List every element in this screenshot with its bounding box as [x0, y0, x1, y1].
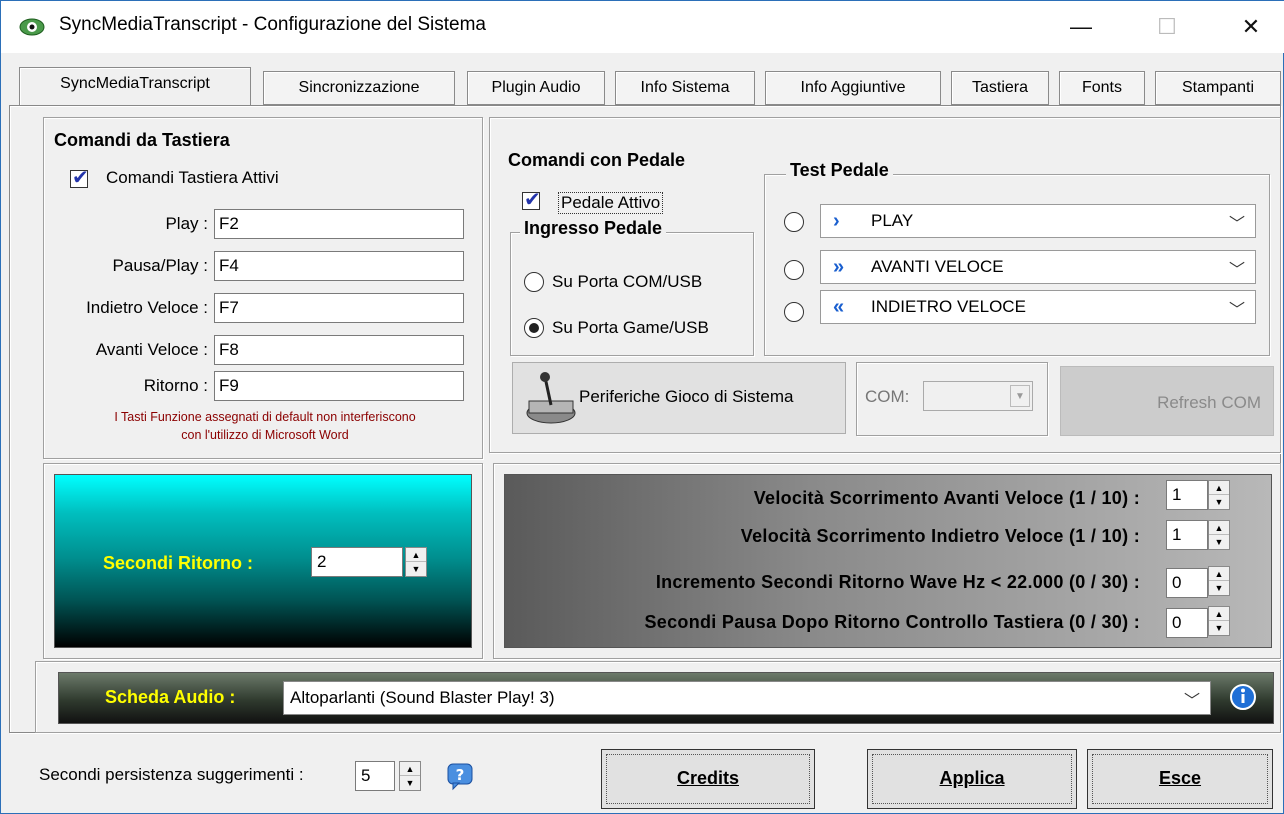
audio-gradient: Scheda Audio : Altoparlanti (Sound Blast…: [58, 672, 1274, 724]
test-rewind-radio[interactable]: [784, 302, 804, 322]
tab-tastiera[interactable]: Tastiera: [951, 71, 1049, 105]
wave-increment-label: Incremento Secondi Ritorno Wave Hz < 22.…: [655, 572, 1140, 592]
tab-plugin-audio[interactable]: Plugin Audio: [467, 71, 605, 105]
forward-speed-input[interactable]: 1: [1166, 480, 1208, 510]
window-title: SyncMediaTranscript - Configurazione del…: [59, 14, 486, 35]
title-bar: SyncMediaTranscript - Configurazione del…: [1, 1, 1284, 53]
apply-button[interactable]: Applica: [867, 749, 1077, 809]
keyboard-panel: Comandi da Tastiera Comandi Tastiera Att…: [43, 117, 483, 459]
persist-label: Secondi persistenza suggerimenti :: [39, 765, 304, 784]
com-usb-label: Su Porta COM/USB: [552, 272, 703, 291]
com-select[interactable]: ▼: [923, 381, 1033, 411]
keyboard-title: Comandi da Tastiera: [54, 130, 230, 150]
keyboard-note-line2: con l'utilizzo di Microsoft Word: [181, 428, 349, 442]
credits-button[interactable]: Credits: [601, 749, 815, 809]
forward-key-field[interactable]: F8: [214, 335, 464, 365]
persist-spinner[interactable]: ▲ ▼: [399, 761, 421, 791]
com-group: COM: ▼: [856, 362, 1048, 436]
forward-label: Avanti Veloce :: [95, 340, 208, 359]
tab-syncmediatranscript[interactable]: SyncMediaTranscript: [19, 67, 251, 105]
pedal-panel: Comandi con Pedale Pedale Attivo Ingress…: [489, 117, 1281, 453]
tab-fonts[interactable]: Fonts: [1059, 71, 1145, 105]
pedal-enabled-label: Pedale Attivo: [558, 192, 664, 214]
forward-speed-spinner[interactable]: ▲ ▼: [1208, 480, 1230, 510]
keyboard-enabled-checkbox[interactable]: [70, 165, 89, 190]
persist-input[interactable]: 5: [355, 761, 395, 791]
return-seconds-label: Secondi Ritorno :: [103, 553, 253, 573]
test-forward-value: AVANTI VELOCE: [871, 257, 1004, 276]
double-chevron-left-icon: «: [833, 296, 845, 318]
pause-after-return-input[interactable]: 0: [1166, 608, 1208, 638]
chevron-down-icon: ﹀: [1228, 302, 1245, 319]
com-label: COM:: [865, 387, 910, 406]
exit-button[interactable]: Esce: [1087, 749, 1273, 809]
pause-label: Pausa/Play :: [112, 256, 208, 275]
wave-increment-input[interactable]: 0: [1166, 568, 1208, 598]
chevron-down-icon: ﹀: [1228, 216, 1245, 233]
audio-device-select[interactable]: Altoparlanti (Sound Blaster Play! 3) ﹀: [283, 681, 1211, 715]
test-play-value: PLAY: [871, 211, 914, 230]
refresh-com-button[interactable]: Refresh COM: [1060, 366, 1274, 436]
play-label: Play :: [165, 214, 208, 233]
test-forward-radio[interactable]: [784, 260, 804, 280]
info-icon[interactable]: [1227, 681, 1259, 713]
tab-info-sistema[interactable]: Info Sistema: [615, 71, 755, 105]
tab-stampanti[interactable]: Stampanti: [1155, 71, 1281, 105]
double-chevron-right-icon: »: [833, 256, 845, 278]
rewind-speed-label: Velocità Scorrimento Indietro Veloce (1 …: [740, 526, 1140, 546]
com-usb-radio[interactable]: [524, 272, 544, 292]
forward-speed-label: Velocità Scorrimento Avanti Veloce (1 / …: [753, 488, 1140, 508]
audio-device-value: Altoparlanti (Sound Blaster Play! 3): [290, 688, 555, 707]
pause-after-return-spinner[interactable]: ▲ ▼: [1208, 606, 1230, 636]
audio-label: Scheda Audio :: [105, 687, 236, 707]
chevron-down-icon: ﹀: [1183, 693, 1200, 710]
test-rewind-select[interactable]: « INDIETRO VELOCE ﹀: [820, 290, 1256, 324]
rewind-key-field[interactable]: F7: [214, 293, 464, 323]
return-seconds-panel: Secondi Ritorno : 2 ▲ ▼: [43, 463, 483, 659]
rewind-label: Indietro Veloce :: [86, 298, 208, 317]
maximize-button[interactable]: ☐: [1135, 1, 1199, 53]
tab-sincronizzazione[interactable]: Sincronizzazione: [263, 71, 455, 105]
test-forward-select[interactable]: » AVANTI VELOCE ﹀: [820, 250, 1256, 284]
keyboard-enabled-label: Comandi Tastiera Attivi: [106, 168, 279, 187]
game-usb-radio[interactable]: [524, 318, 544, 338]
wave-increment-spinner[interactable]: ▲ ▼: [1208, 566, 1230, 596]
game-usb-label: Su Porta Game/USB: [552, 318, 709, 337]
chevron-down-icon: ﹀: [1228, 262, 1245, 279]
joystick-icon: [526, 372, 576, 424]
svg-text:?: ?: [456, 766, 465, 784]
return-seconds-input[interactable]: 2: [311, 547, 403, 577]
test-rewind-value: INDIETRO VELOCE: [871, 297, 1026, 316]
rewind-speed-input[interactable]: 1: [1166, 520, 1208, 550]
minimize-button[interactable]: —: [1049, 1, 1113, 53]
speed-panel: Velocità Scorrimento Avanti Veloce (1 / …: [493, 463, 1281, 659]
app-eye-icon: [19, 18, 45, 36]
tab-info-aggiuntive[interactable]: Info Aggiuntive: [765, 71, 941, 105]
return-label: Ritorno :: [143, 376, 208, 395]
test-play-select[interactable]: › PLAY ﹀: [820, 204, 1256, 238]
chevron-down-icon: ▼: [1010, 385, 1030, 407]
close-button[interactable]: ✕: [1219, 1, 1283, 53]
pedal-enabled-checkbox[interactable]: [522, 187, 541, 212]
game-devices-button[interactable]: Periferiche Gioco di Sistema: [512, 362, 846, 434]
pedal-input-group-title: Ingresso Pedale: [520, 218, 667, 239]
chevron-right-icon: ›: [833, 210, 840, 232]
game-devices-label: Periferiche Gioco di Sistema: [579, 387, 794, 406]
config-window: SyncMediaTranscript - Configurazione del…: [0, 0, 1284, 814]
test-play-radio[interactable]: [784, 212, 804, 232]
return-seconds-spinner[interactable]: ▲ ▼: [405, 547, 427, 577]
pause-after-return-label: Secondi Pausa Dopo Ritorno Controllo Tas…: [644, 612, 1140, 632]
audio-panel: Scheda Audio : Altoparlanti (Sound Blast…: [35, 661, 1281, 733]
return-seconds-gradient: Secondi Ritorno : 2 ▲ ▼: [54, 474, 472, 648]
keyboard-note-line1: I Tasti Funzione assegnati di default no…: [114, 410, 416, 424]
return-key-field[interactable]: F9: [214, 371, 464, 401]
help-icon[interactable]: ?: [445, 761, 475, 791]
pedal-test-group-title: Test Pedale: [786, 160, 893, 181]
rewind-speed-spinner[interactable]: ▲ ▼: [1208, 520, 1230, 550]
pedal-title: Comandi con Pedale: [508, 150, 686, 170]
play-key-field[interactable]: F2: [214, 209, 464, 239]
pause-key-field[interactable]: F4: [214, 251, 464, 281]
